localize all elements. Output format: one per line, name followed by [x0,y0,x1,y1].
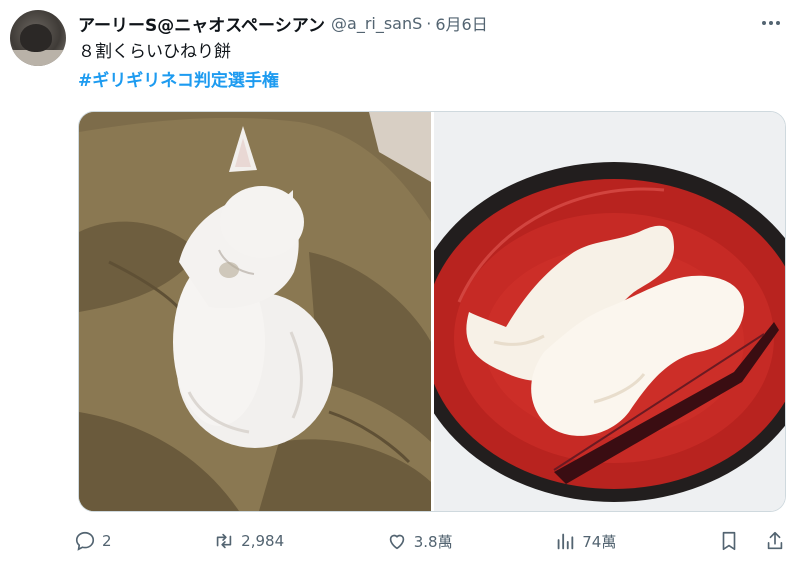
heart-icon [389,534,404,550]
reply-count: 2 [102,532,112,550]
more-options-button[interactable] [759,12,783,34]
views-count: 74萬 [582,532,617,551]
retweet-count: 2,984 [241,532,285,550]
retweet-button[interactable]: 2,984 [213,530,284,552]
secondary-actions [718,530,786,552]
tweet-header: アーリーS@ニャオスペーシアン @a_ri_sanS · 6月6日 [78,10,488,36]
media-grid [78,111,786,512]
author-handle[interactable]: @a_ri_sanS [331,14,422,33]
tweet-date[interactable]: 6月6日 [435,11,487,35]
retweet-icon [216,533,232,549]
action-bar: 2 2,984 3.8萬 74萬 [74,526,786,556]
more-dot [769,21,773,25]
cat-photo-art [79,112,431,511]
mochi-photo-art [433,112,785,511]
separator-dot: · [426,13,432,33]
tweet-text: ８割くらいひねり餅 [78,42,231,62]
author-name[interactable]: アーリーS@ニャオスペーシアン [78,11,325,36]
mochi-photo[interactable] [433,112,785,511]
reply-button[interactable]: 2 [74,530,112,552]
avatar[interactable] [10,10,66,66]
bookmark-icon [722,531,736,551]
like-count: 3.8萬 [413,532,453,551]
views-button[interactable]: 74萬 [554,530,616,552]
more-dot [776,21,780,25]
hashtag-link[interactable]: #ギリギリネコ判定選手権 [78,69,279,93]
share-button[interactable] [764,530,786,552]
cat-photo[interactable] [79,112,431,511]
like-button[interactable]: 3.8萬 [386,530,453,552]
avatar-cat [20,24,52,52]
reply-icon [75,531,95,551]
views-icon [557,533,574,550]
more-dot [762,21,766,25]
avatar-floor [10,50,66,66]
share-icon [767,531,783,550]
bookmark-button[interactable] [718,530,740,552]
